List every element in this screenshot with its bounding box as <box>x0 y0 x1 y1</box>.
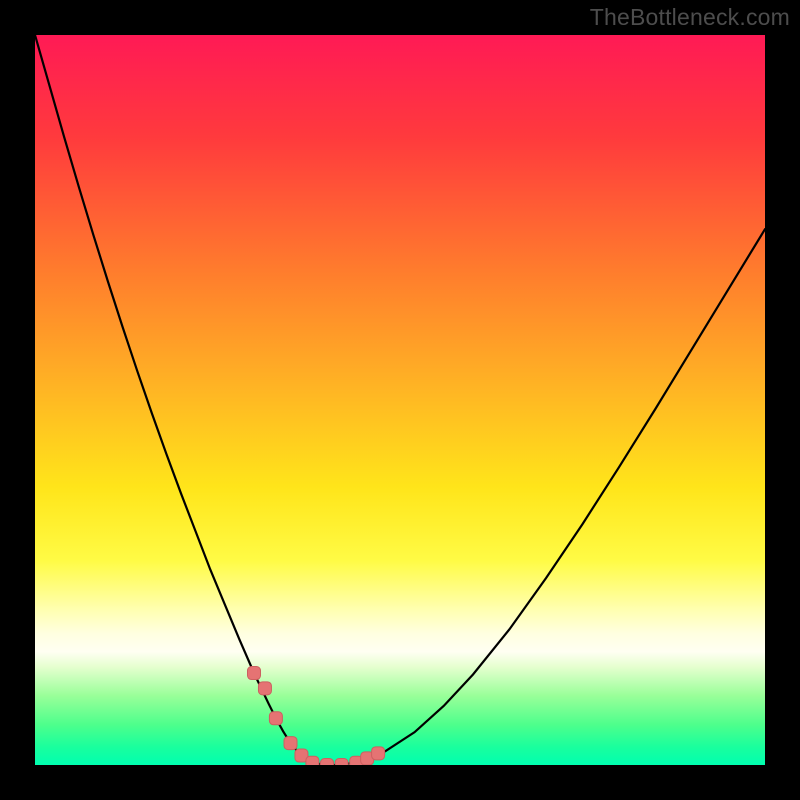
marker-point <box>248 667 261 680</box>
bottleneck-chart <box>35 35 765 765</box>
marker-point <box>372 747 385 760</box>
gradient-background <box>35 35 765 765</box>
marker-point <box>335 759 348 766</box>
marker-point <box>284 737 297 750</box>
marker-point <box>321 759 334 766</box>
marker-point <box>306 756 319 765</box>
plot-area <box>35 35 765 765</box>
watermark-text: TheBottleneck.com <box>590 4 790 31</box>
marker-point <box>258 682 271 695</box>
marker-point <box>269 712 282 725</box>
chart-frame: TheBottleneck.com <box>0 0 800 800</box>
